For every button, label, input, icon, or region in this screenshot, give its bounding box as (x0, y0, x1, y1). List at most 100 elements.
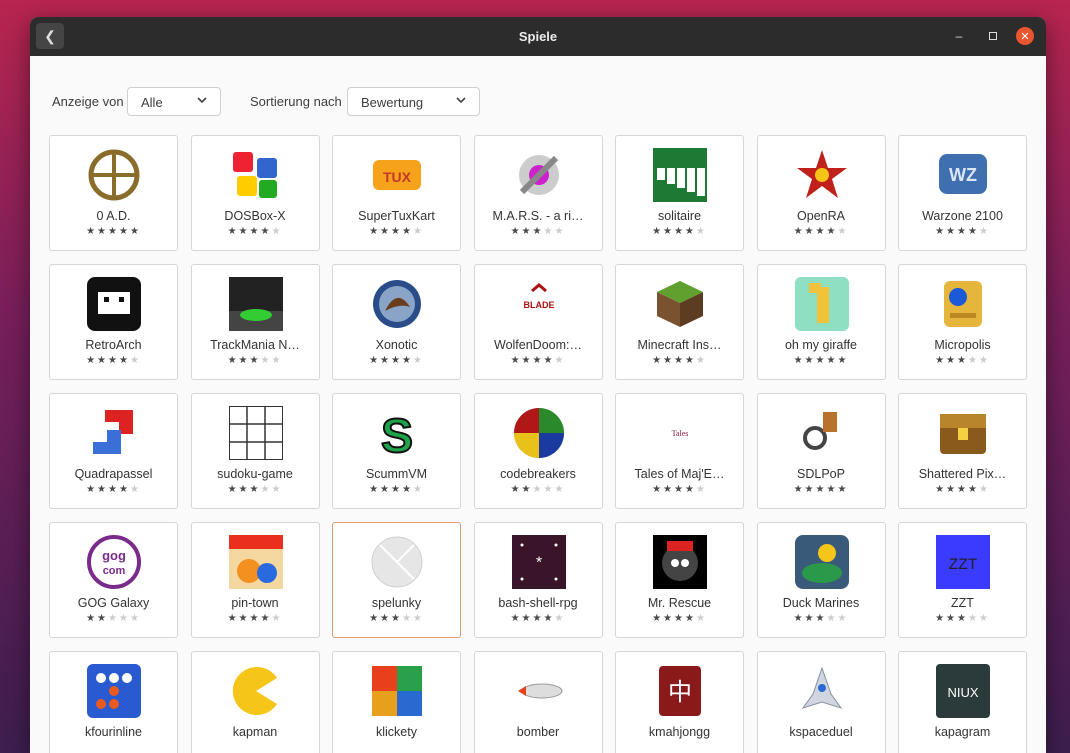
app-tile[interactable]: solitaire ★★★★★ (615, 135, 744, 251)
app-tile[interactable]: ZZT ZZT ★★★★★ (898, 522, 1027, 638)
app-tile[interactable]: klickety (332, 651, 461, 753)
star-rating: ★★★★★ (758, 226, 885, 237)
app-tile[interactable]: oh my giraffe ★★★★★ (756, 264, 886, 380)
app-tile[interactable]: spelunky ★★★★★ (332, 522, 461, 638)
star-rating: ★★★★★ (475, 484, 602, 495)
app-tile[interactable]: Micropolis ★★★★★ (898, 264, 1027, 380)
star-icon: ★ (652, 355, 664, 366)
app-tile[interactable]: kapman (190, 651, 320, 753)
app-name: SDLPoP (797, 467, 845, 481)
svg-text:BLADE: BLADE (523, 300, 554, 310)
app-tile[interactable]: bomber (473, 651, 603, 753)
app-tile[interactable]: M.A.R.S. - a ri… ★★★★★ (473, 135, 603, 251)
show-label: Anzeige von (52, 94, 124, 109)
star-icon: ★ (260, 613, 272, 624)
star-icon: ★ (946, 226, 958, 237)
app-tile[interactable]: RetroArch ★★★★★ (49, 264, 178, 380)
app-tile[interactable]: kspaceduel (756, 651, 886, 753)
app-tile[interactable]: 中 kmahjongg (615, 651, 744, 753)
app-tile[interactable]: S ScummVM ★★★★★ (332, 393, 461, 509)
star-icon: ★ (663, 226, 675, 237)
kfourinline-icon (87, 664, 141, 718)
star-icon: ★ (978, 355, 990, 366)
app-tile[interactable]: BLADE WolfenDoom:… ★★★★★ (473, 264, 603, 380)
app-tile[interactable]: Mr. Rescue ★★★★★ (615, 522, 744, 638)
star-icon: ★ (369, 226, 381, 237)
kapman-icon (229, 664, 283, 718)
star-rating: ★★★★★ (50, 613, 177, 624)
star-icon: ★ (380, 226, 392, 237)
chevron-down-icon (197, 97, 207, 104)
app-tile[interactable]: OpenRA ★★★★★ (756, 135, 886, 251)
star-icon: ★ (227, 226, 239, 237)
star-icon: ★ (401, 355, 413, 366)
app-tile[interactable]: Minecraft Ins… ★★★★★ (615, 264, 744, 380)
app-tile[interactable]: Shattered Pix… ★★★★★ (898, 393, 1027, 509)
app-tile[interactable]: * bash-shell-rpg ★★★★★ (473, 522, 603, 638)
app-tile[interactable]: TUX SuperTuxKart ★★★★★ (332, 135, 461, 251)
star-rating: ★★★★★ (50, 355, 177, 366)
star-icon: ★ (401, 613, 413, 624)
star-icon: ★ (793, 355, 805, 366)
star-icon: ★ (543, 226, 555, 237)
window-title: Spiele (518, 29, 558, 44)
close-button[interactable]: ✕ (1016, 27, 1034, 45)
app-tile[interactable]: 0 A.D. ★★★★★ (49, 135, 178, 251)
star-icon: ★ (826, 484, 838, 495)
app-tile[interactable]: sudoku-game ★★★★★ (190, 393, 320, 509)
star-icon: ★ (652, 484, 664, 495)
star-icon: ★ (674, 355, 685, 366)
app-tile[interactable]: WZ Warzone 2100 ★★★★★ (898, 135, 1027, 251)
star-rating: ★★★★★ (899, 355, 1026, 366)
star-icon: ★ (946, 355, 958, 366)
app-name: bash-shell-rpg (498, 596, 578, 610)
star-rating: ★★★★★ (475, 355, 602, 366)
bomber-icon (512, 664, 566, 718)
svg-text:TUX: TUX (383, 169, 412, 185)
star-icon: ★ (663, 484, 675, 495)
app-name: Duck Marines (782, 596, 860, 610)
star-icon: ★ (674, 484, 685, 495)
star-icon: ★ (369, 613, 381, 624)
star-icon: ★ (543, 613, 555, 624)
app-tile[interactable]: pin-town ★★★★★ (190, 522, 320, 638)
maximize-button[interactable] (984, 27, 1002, 45)
star-icon: ★ (108, 613, 119, 624)
star-rating: ★★★★★ (758, 355, 885, 366)
star-icon: ★ (510, 226, 522, 237)
app-tile[interactable]: NIUX kapagram (898, 651, 1027, 753)
app-tile[interactable]: SDLPoP ★★★★★ (756, 393, 886, 509)
app-tile[interactable]: Duck Marines ★★★★★ (756, 522, 886, 638)
star-rating: ★★★★★ (475, 613, 602, 624)
star-icon: ★ (837, 355, 849, 366)
shattered-icon (936, 406, 990, 460)
solitaire-icon (653, 148, 707, 202)
app-tile[interactable]: Quadrapassel ★★★★★ (49, 393, 178, 509)
app-name: oh my giraffe (784, 338, 858, 352)
app-tile[interactable]: DOSBox-X ★★★★★ (190, 135, 320, 251)
sort-dropdown[interactable]: Bewertung (347, 87, 480, 116)
svg-text:gog: gog (102, 548, 126, 563)
star-icon: ★ (118, 613, 130, 624)
app-tile[interactable]: gog com GOG Galaxy ★★★★★ (49, 522, 178, 638)
back-button[interactable]: ❮ (36, 23, 64, 49)
show-dropdown[interactable]: Alle (127, 87, 221, 116)
star-icon: ★ (97, 613, 109, 624)
app-tile[interactable]: codebreakers ★★★★★ (473, 393, 603, 509)
star-icon: ★ (260, 355, 272, 366)
star-icon: ★ (271, 355, 283, 366)
minimize-button[interactable]: – (950, 27, 968, 45)
app-tile[interactable]: Xonotic ★★★★★ (332, 264, 461, 380)
star-icon: ★ (510, 613, 522, 624)
app-tile[interactable]: TrackMania N… ★★★★★ (190, 264, 320, 380)
svg-text:NIUX: NIUX (947, 685, 978, 700)
star-icon: ★ (510, 484, 522, 495)
star-icon: ★ (227, 355, 239, 366)
star-icon: ★ (108, 355, 119, 366)
app-tile[interactable]: kfourinline (49, 651, 178, 753)
star-rating: ★★★★★ (616, 484, 743, 495)
app-tile[interactable]: Tales Tales of Maj'E… ★★★★★ (615, 393, 744, 509)
star-icon: ★ (118, 484, 130, 495)
star-icon: ★ (554, 226, 566, 237)
svg-text:com: com (103, 565, 126, 577)
